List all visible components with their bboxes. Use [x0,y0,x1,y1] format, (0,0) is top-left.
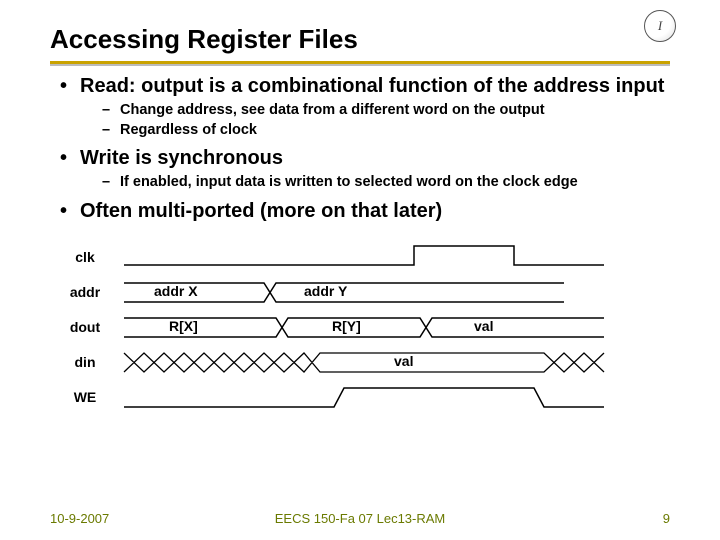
din-waveform: val [114,345,614,380]
dout-waveform: R[X] R[Y] val [114,310,614,345]
footer-course: EECS 150-Fa 07 Lec13-RAM [0,511,720,526]
clk-waveform [114,240,614,275]
cal-logo-icon: I [644,10,676,42]
addr-label-2: addr Y [304,283,347,299]
dout-label-1: R[X] [169,318,198,334]
title-underline [50,61,670,64]
timing-row-we: WE [56,380,670,415]
page-title: Accessing Register Files [50,18,670,55]
timing-row-addr: addr addr X addr Y [56,275,670,310]
bullet-1-sub-1: Change address, see data from a differen… [102,101,670,121]
din-label: val [394,353,413,369]
timing-row-dout: dout R[X] R[Y] val [56,310,670,345]
dout-label-3: val [474,318,493,334]
we-waveform [114,380,614,415]
addr-waveform: addr X addr Y [114,275,614,310]
bullet-list: Read: output is a combinational function… [50,74,670,224]
bullet-1: Read: output is a combinational function… [56,74,670,140]
bullet-3: Often multi-ported (more on that later) [56,199,670,224]
timing-diagram: clk addr addr X addr Y dout [50,240,670,415]
bullet-2-sub-1: If enabled, input data is written to sel… [102,173,670,193]
timing-row-clk: clk [56,240,670,275]
page-number: 9 [663,511,670,526]
dout-label-2: R[Y] [332,318,361,334]
bullet-1-sub-2: Regardless of clock [102,121,670,141]
addr-label-1: addr X [154,283,198,299]
timing-row-din: din val [56,345,670,380]
bullet-2: Write is synchronous If enabled, input d… [56,146,670,193]
